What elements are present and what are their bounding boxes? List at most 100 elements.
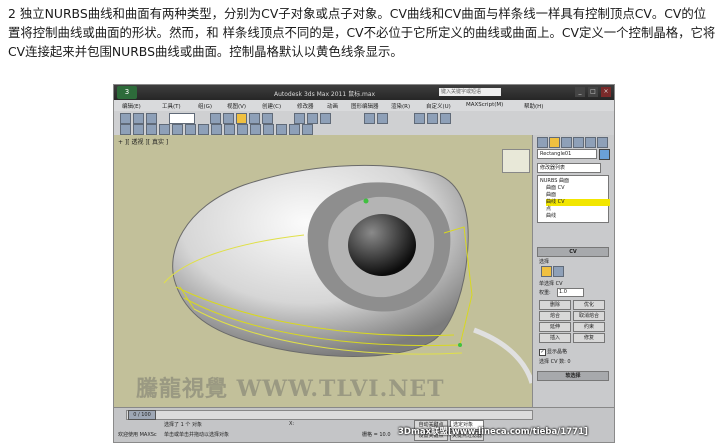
object-name-field[interactable]: Rectangle01 [537,149,597,159]
search-input[interactable]: 键入关键字或短语 [439,88,501,96]
selection-status: 选择了 1 个 对象 [164,422,202,428]
stack-item-selected[interactable]: 曲线 CV [546,199,610,206]
percent-snap-icon[interactable] [320,113,331,124]
link-icon[interactable] [146,113,157,124]
stack-item[interactable]: 曲线 [546,213,610,220]
title-bar: 3 Autodesk 3ds Max 2011 鼠标.max 键入关键字或短语 … [114,85,614,100]
hierarchy-tab-icon[interactable] [561,137,572,148]
nurbs-toolbox-icon[interactable] [120,124,131,135]
menu-animation[interactable]: 动画 [327,102,338,110]
footer-watermark: 3Dmax联盟[www.lineca.com/tieba/1771] [398,427,588,437]
blend-surface-icon[interactable] [185,124,196,135]
menu-create[interactable]: 创建(C) [262,102,281,110]
utilities-tab-icon[interactable] [597,137,608,148]
offset-surface-icon[interactable] [198,124,209,135]
select-object-icon[interactable] [210,113,221,124]
cv-curve-icon[interactable] [159,124,170,135]
extend-button[interactable]: 延伸 [539,322,571,332]
maximize-icon[interactable]: □ [588,87,598,97]
selection-info: 单选择 CV [539,281,563,287]
redo-icon[interactable] [133,113,144,124]
menu-tools[interactable]: 工具(T) [162,102,181,110]
menu-edit[interactable]: 编辑(E) [122,102,141,110]
modifier-stack: NURBS 曲面 曲面 CV 曲面 曲线 CV 点 曲线 [537,175,610,223]
select-scale-icon[interactable] [262,113,273,124]
stack-item[interactable]: 曲面 CV [546,185,610,192]
snap-icon[interactable] [294,113,305,124]
menu-modifiers[interactable]: 修改器 [297,102,314,110]
select-by-name-icon[interactable] [223,113,234,124]
render-icon[interactable] [440,113,451,124]
modifier-list-dropdown[interactable]: 修改器列表 [537,163,601,173]
menu-bar: 编辑(E) 工具(T) 组(G) 视图(V) 创建(C) 修改器 动画 图形编辑… [114,100,614,111]
3dsmax-window: 3 Autodesk 3ds Max 2011 鼠标.max 键入关键字或短语 … [113,84,615,443]
viewcube-icon[interactable] [502,149,530,173]
create-tab-icon[interactable] [537,137,548,148]
lathe-surface-icon[interactable] [237,124,248,135]
uv-loft-icon[interactable] [289,124,300,135]
extrude-surface-icon[interactable] [224,124,235,135]
menu-group[interactable]: 组(G) [198,102,212,110]
weight-label: 权重: [539,290,551,296]
point-curve-icon[interactable] [172,124,183,135]
mirror-icon[interactable] [364,113,375,124]
select-move-icon[interactable] [236,113,247,124]
cap-surface-icon[interactable] [263,124,274,135]
stack-item[interactable]: 曲面 [546,192,610,199]
selection-filter-dropdown[interactable] [169,113,195,124]
modify-tab-icon[interactable] [549,137,560,148]
display-tab-icon[interactable] [585,137,596,148]
cv-select-icon[interactable] [541,266,552,277]
unfuse-button[interactable]: 取消熔合 [573,311,605,321]
menu-graph-editors[interactable]: 图形编辑器 [351,102,379,110]
stack-item[interactable]: NURBS 曲面 [540,178,604,185]
repair-button[interactable]: 修复 [573,333,605,343]
watermark: 騰龍視覺 WWW.TLVI.NET [136,376,445,402]
ruled-surface-icon[interactable] [250,124,261,135]
render-setup-icon[interactable] [427,113,438,124]
u-loft-icon[interactable] [276,124,287,135]
cv-row-select-icon[interactable] [553,266,564,277]
menu-help[interactable]: 帮助(H) [524,102,543,110]
material-editor-icon[interactable] [414,113,425,124]
selected-cv-count: 选择 CV 数: 0 [539,359,571,365]
mirror-surface-icon[interactable] [211,124,222,135]
select-rotate-icon[interactable] [249,113,260,124]
nurbs-surface-icon[interactable] [146,124,157,135]
constrain-button[interactable]: 约束 [573,322,605,332]
menu-view[interactable]: 视图(V) [227,102,246,110]
welcome-label: 欢迎使用 MAXSc [118,432,157,438]
menu-maxscript[interactable]: MAXScript(M) [466,102,503,108]
object-color-swatch[interactable] [599,149,610,160]
nurbs-curve-icon[interactable] [133,124,144,135]
show-lattice-checkbox[interactable]: ✓ [539,349,546,356]
insert-button[interactable]: 插入 [539,333,571,343]
motion-tab-icon[interactable] [573,137,584,148]
main-toolbar [114,111,614,136]
selection-group-label: 选择 [539,259,550,265]
align-icon[interactable] [377,113,388,124]
fuse-button[interactable]: 熔合 [539,311,571,321]
weight-field[interactable]: 1.0 [557,288,584,297]
soft-selection-rollout[interactable]: 软选择 [537,371,609,381]
undo-icon[interactable] [120,113,131,124]
close-icon[interactable]: × [601,87,611,97]
mouse-model [163,164,532,384]
fillet-surface-icon[interactable] [302,124,313,135]
stack-item[interactable]: 点 [546,206,610,213]
x-coordinate-label: X: [289,421,295,427]
command-panel: Rectangle01 修改器列表 NURBS 曲面 曲面 CV 曲面 曲线 C… [532,135,614,407]
refine-button[interactable]: 优化 [573,300,605,310]
angle-snap-icon[interactable] [307,113,318,124]
time-slider[interactable]: 0 / 100 [128,410,156,420]
3dsmax-logo-icon[interactable]: 3 [117,86,137,99]
viewport-label[interactable]: + ][ 透视 ][ 真实 ] [118,137,168,146]
prompt-line: 单击或单击并拖动以选择对象 [164,432,230,438]
cv-rollout-header[interactable]: CV [537,247,609,257]
time-slider-track[interactable] [126,410,533,420]
delete-button[interactable]: 删除 [539,300,571,310]
menu-rendering[interactable]: 渲染(R) [391,102,410,110]
perspective-viewport[interactable]: + ][ 透视 ][ 真实 ] 騰龍視覺 WWW.TLVI.NET [114,135,532,407]
menu-customize[interactable]: 自定义(U) [426,102,451,110]
minimize-icon[interactable]: _ [575,87,585,97]
